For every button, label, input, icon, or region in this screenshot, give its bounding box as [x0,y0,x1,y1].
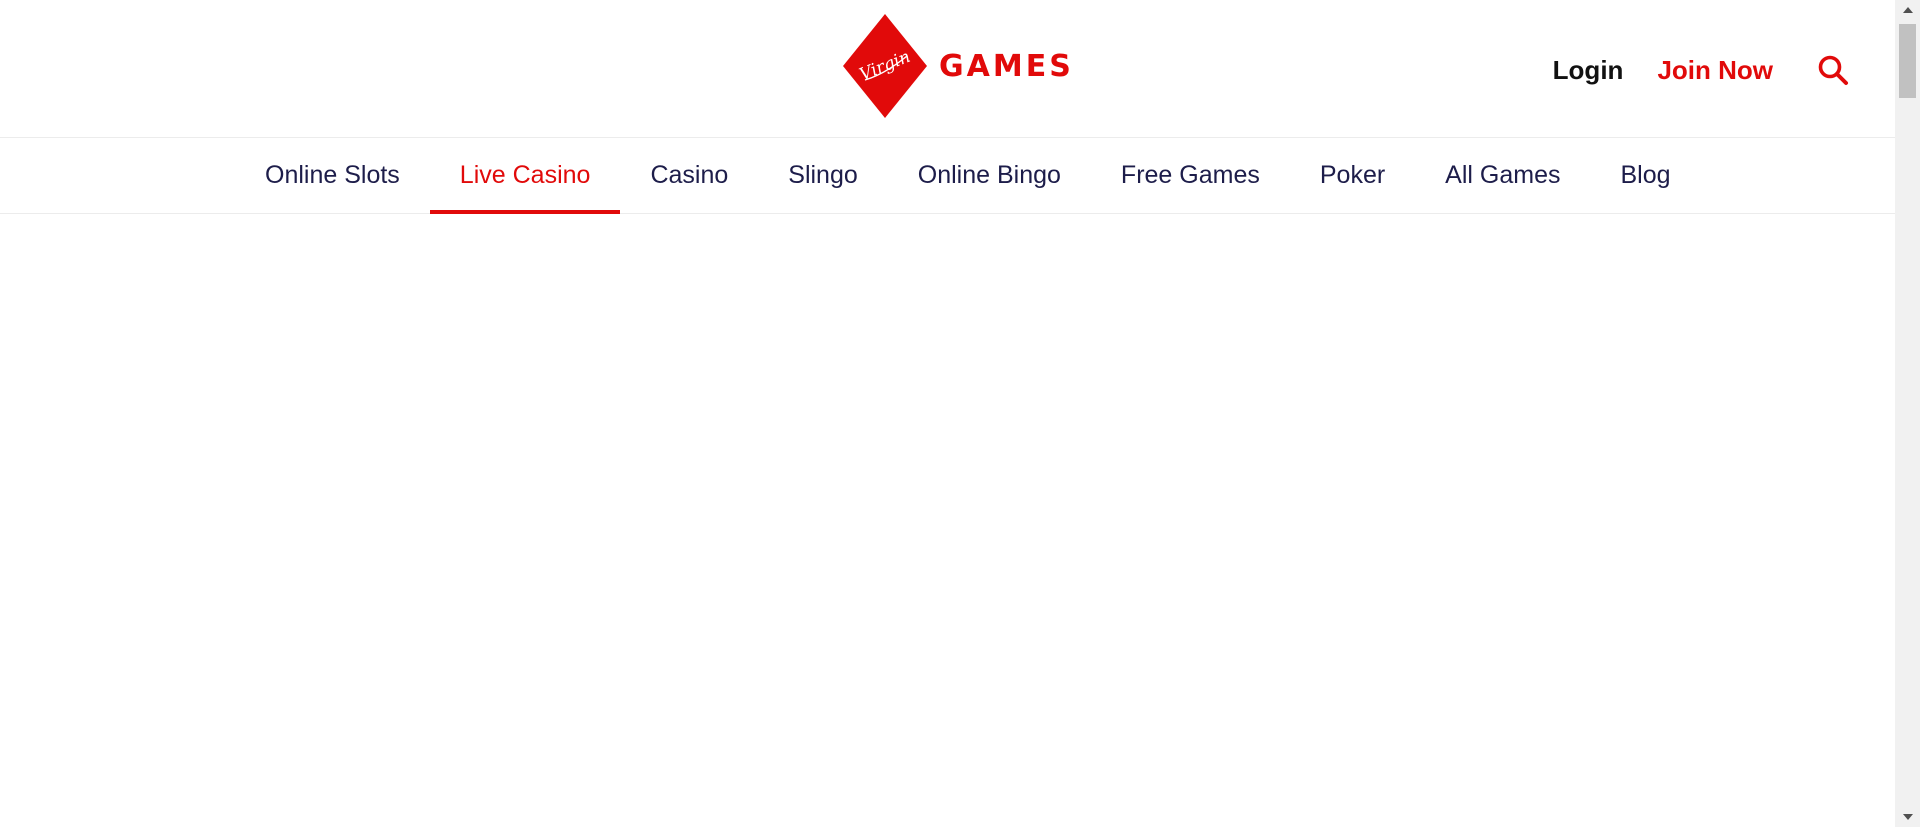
search-button[interactable] [1815,52,1851,88]
scroll-down-arrow-icon[interactable] [1895,807,1920,827]
nav-item-free-games[interactable]: Free Games [1091,138,1290,213]
join-now-link[interactable]: Join Now [1657,55,1773,86]
nav-item-all-games[interactable]: All Games [1415,138,1590,213]
virgin-diamond-logo-icon: Virgin [843,14,927,118]
page-viewport: Virgin GAMES Login Join Now Online Slots… [0,0,1895,827]
scrollbar-thumb[interactable] [1899,24,1916,98]
nav-item-slingo[interactable]: Slingo [758,138,888,213]
nav-item-online-slots[interactable]: Online Slots [235,138,430,213]
header-actions: Login Join Now [1553,46,1851,94]
logo-wordmark: GAMES [939,49,1074,84]
login-link[interactable]: Login [1553,55,1624,86]
nav-item-live-casino[interactable]: Live Casino [429,138,621,214]
scroll-up-arrow-icon[interactable] [1895,0,1920,20]
vertical-scrollbar[interactable] [1895,0,1920,827]
main-nav: Online Slots Live Casino Casino Slingo O… [0,138,1895,214]
site-header: Virgin GAMES Login Join Now [0,0,1895,138]
nav-item-casino[interactable]: Casino [620,138,758,213]
search-icon [1818,55,1848,85]
virgin-games-logo[interactable]: Virgin GAMES [843,14,1074,118]
nav-item-poker[interactable]: Poker [1290,138,1415,213]
nav-list: Online Slots Live Casino Casino Slingo O… [235,138,1701,214]
nav-item-blog[interactable]: Blog [1590,138,1700,213]
nav-item-online-bingo[interactable]: Online Bingo [888,138,1091,213]
